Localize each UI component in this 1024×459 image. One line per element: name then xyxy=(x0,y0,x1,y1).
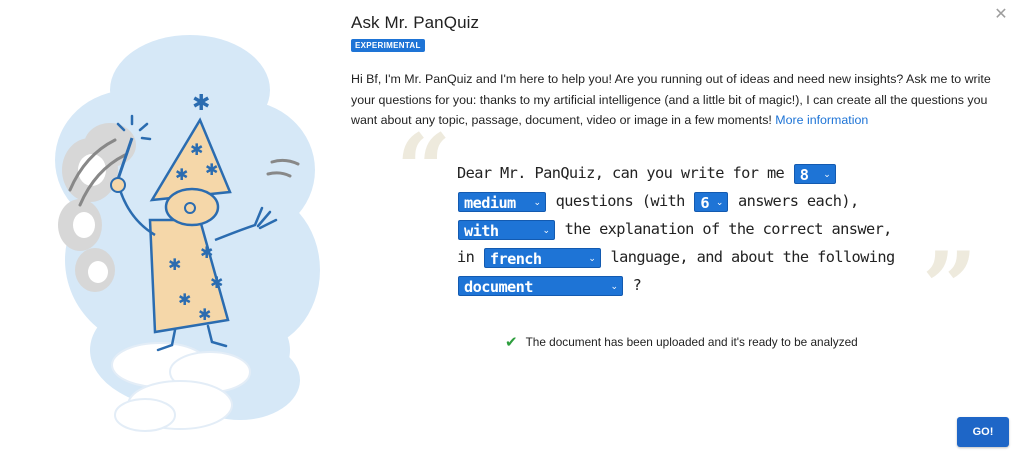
upload-status: ✔ The document has been uploaded and it's… xyxy=(505,333,858,352)
answer-count-value: 6 xyxy=(700,193,710,212)
close-button[interactable]: ✕ xyxy=(992,6,1010,24)
chevron-down-icon: ⌄ xyxy=(823,169,831,180)
prompt-text-3: answers each), xyxy=(738,192,859,210)
prompt-text-2: questions (with xyxy=(555,192,686,210)
chevron-down-icon: ⌄ xyxy=(542,225,550,236)
svg-text:✱: ✱ xyxy=(205,160,218,179)
svg-text:✱: ✱ xyxy=(168,255,181,274)
difficulty-value: medium xyxy=(464,193,516,212)
chevron-down-icon: ⌄ xyxy=(533,197,541,208)
check-icon: ✔ xyxy=(505,334,518,351)
dialog-title: Ask Mr. PanQuiz xyxy=(351,13,480,32)
wizard-illustration: ✱ ✱ ✱ ✱ ✱ ✱ ✱ ✱ ✱ xyxy=(55,35,320,432)
source-value: document xyxy=(464,277,533,296)
answer-count-select[interactable]: 6 ⌄ xyxy=(694,191,729,212)
chevron-down-icon: ⌄ xyxy=(610,281,618,292)
explanation-value: with xyxy=(464,221,499,240)
source-select[interactable]: document ⌄ xyxy=(458,275,623,296)
svg-text:✱: ✱ xyxy=(175,165,188,184)
explanation-select[interactable]: with ⌄ xyxy=(458,219,555,240)
close-quote-mark: ” xyxy=(922,231,978,344)
chevron-down-icon: ⌄ xyxy=(588,253,596,264)
difficulty-select[interactable]: medium ⌄ xyxy=(458,191,546,212)
language-value: french xyxy=(489,249,542,268)
experimental-badge: EXPERIMENTAL xyxy=(351,39,425,52)
chevron-down-icon: ⌄ xyxy=(715,197,724,208)
svg-text:✱: ✱ xyxy=(178,290,191,309)
svg-text:✱: ✱ xyxy=(210,273,223,292)
open-quote-mark: “ xyxy=(396,113,452,226)
prompt-text-1: Dear Mr. PanQuiz, can you write for me xyxy=(457,164,785,182)
question-count-value: 8 xyxy=(799,165,809,184)
status-message: The document has been uploaded and it's … xyxy=(525,335,858,349)
question-count-select[interactable]: 8 ⌄ xyxy=(793,163,836,184)
quiz-prompt: Dear Mr. PanQuiz, can you write for me 8… xyxy=(457,159,907,299)
language-select[interactable]: french ⌄ xyxy=(483,247,601,268)
svg-text:✱: ✱ xyxy=(200,243,213,262)
svg-text:✱: ✱ xyxy=(198,305,211,324)
svg-text:✱: ✱ xyxy=(190,140,203,159)
prompt-text-5: language, and about the following xyxy=(610,248,895,266)
more-information-link[interactable]: More information xyxy=(775,113,868,127)
prompt-text-6: ? xyxy=(632,276,642,294)
svg-text:✱: ✱ xyxy=(192,91,210,116)
go-button[interactable]: GO! xyxy=(957,417,1009,447)
close-icon[interactable]: ✕ xyxy=(994,6,1007,23)
